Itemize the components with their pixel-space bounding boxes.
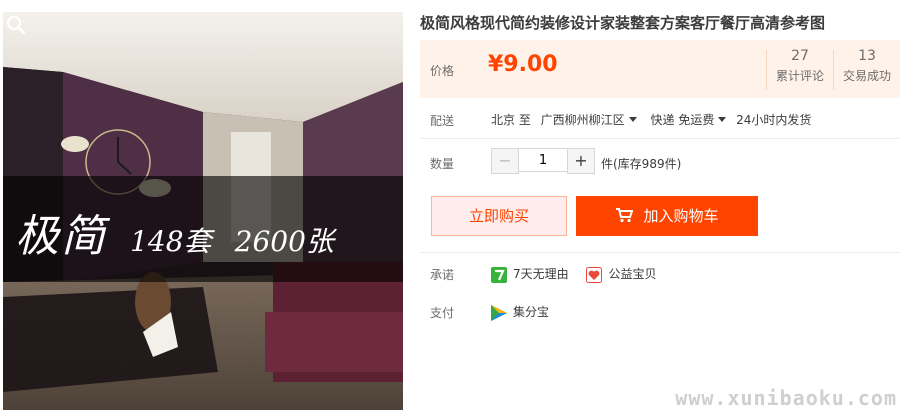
deals-count: 13 — [858, 48, 876, 64]
magnifier-icon[interactable] — [3, 12, 29, 38]
banner-title: 极简 — [15, 211, 107, 262]
shipping-method-select[interactable]: 快递 免运费 — [651, 113, 733, 127]
watermark: www.xunibaoku.com — [675, 386, 897, 410]
stock-info: 件(库存989件) — [601, 157, 682, 171]
shipping-label: 配送 — [430, 114, 455, 128]
banner-sets: 148套 — [130, 225, 212, 258]
product-main-image[interactable]: 极简 148套 2600张 — [3, 12, 403, 410]
price-value: ¥9.00 — [488, 52, 558, 77]
charity-heart-icon — [586, 266, 603, 283]
seven-day-return-icon — [491, 266, 507, 283]
promise-item[interactable]: 公益宝贝 — [586, 266, 657, 283]
deals-label: 交易成功 — [842, 69, 891, 83]
divider — [420, 252, 900, 253]
reviews-count: 27 — [791, 48, 809, 64]
price-label: 价格 — [430, 64, 455, 78]
banner-count: 2600张 — [234, 225, 334, 258]
shipping-method: 快递 免运费 — [650, 113, 715, 127]
dispatch-time: 24小时内发货 — [736, 113, 812, 127]
add-to-cart-button[interactable]: 加入购物车 — [576, 196, 758, 236]
shipping-from: 北京 至 — [491, 113, 531, 127]
promise-text: 7天无理由 — [513, 267, 569, 281]
chevron-down-icon — [628, 117, 637, 122]
reviews-stat[interactable]: 27 累计评论 — [767, 48, 833, 84]
deals-stat: 13 交易成功 — [834, 48, 900, 84]
buy-now-button[interactable]: 立即购买 — [431, 196, 567, 236]
promise-item[interactable]: 7天无理由 — [491, 266, 572, 283]
reviews-label: 累计评论 — [775, 69, 824, 83]
promise-label: 承诺 — [430, 268, 455, 282]
decrease-button[interactable]: − — [491, 148, 519, 174]
jifenbao-icon — [491, 304, 507, 321]
increase-button[interactable]: + — [567, 148, 595, 174]
chevron-down-icon — [718, 117, 727, 122]
shipping-destination-select[interactable]: 广西柳州柳江区 — [541, 113, 643, 127]
quantity-label: 数量 — [430, 157, 455, 171]
shipping-destination: 广西柳州柳江区 — [540, 113, 625, 127]
product-title: 极简风格现代简约装修设计家装整套方案客厅餐厅高清参考图 — [420, 14, 826, 32]
shopping-cart-icon — [616, 208, 634, 223]
shipping-row: 北京 至 广西柳州柳江区 快递 免运费 24小时内发货 — [491, 111, 811, 128]
divider — [420, 138, 900, 139]
quantity-stepper: − + — [491, 148, 595, 174]
price-panel: 价格 ¥9.00 27 累计评论 13 交易成功 — [420, 40, 900, 98]
payment-method[interactable]: 集分宝 — [491, 303, 549, 321]
promise-row: 7天无理由 公益宝贝 — [491, 265, 656, 283]
promise-text: 公益宝贝 — [608, 267, 657, 281]
promo-banner-text: 极简 148套 2600张 — [15, 200, 334, 264]
payment-method-name: 集分宝 — [513, 305, 550, 319]
add-to-cart-label: 加入购物车 — [643, 207, 719, 225]
payment-label: 支付 — [430, 306, 455, 320]
quantity-input[interactable] — [519, 148, 567, 172]
